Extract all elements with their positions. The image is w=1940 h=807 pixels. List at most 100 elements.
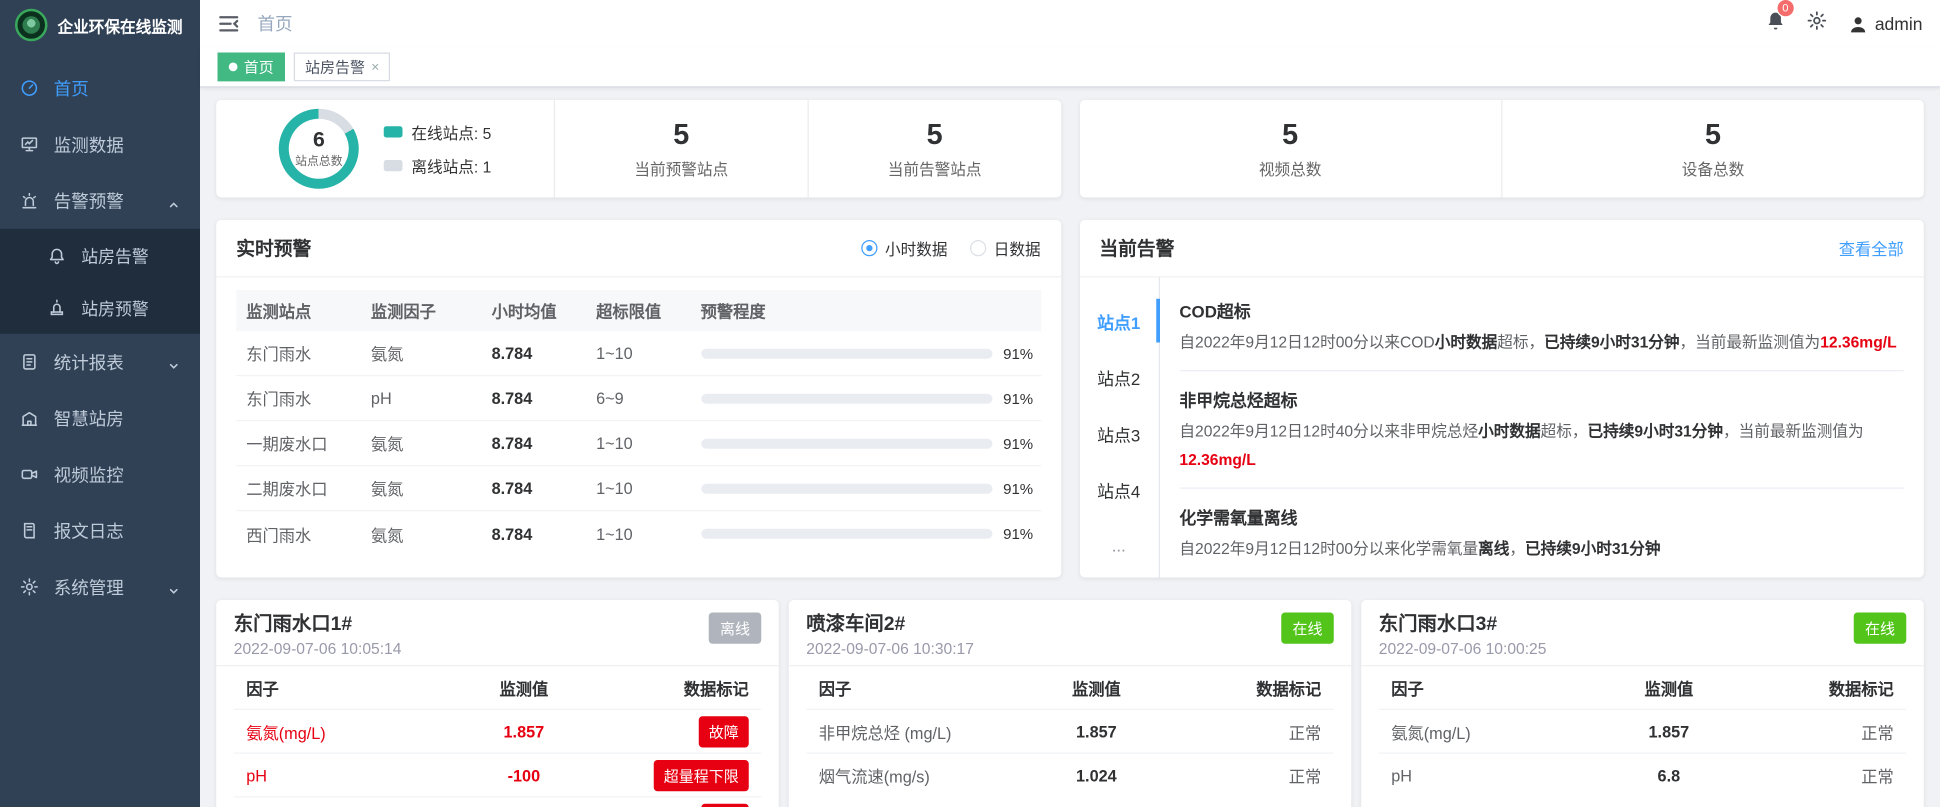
tab-station-3[interactable]: 站点3 bbox=[1079, 405, 1158, 461]
online-swatch bbox=[384, 126, 403, 137]
table-header-row: 监测站点 监测因子 小时均值 超标限值 预警程度 bbox=[236, 290, 1040, 331]
current-alarm-panel: 当前告警 查看全部 站点1 站点2 站点3 站点4 ... bbox=[1079, 220, 1923, 578]
legend-online: 在线站点: 5 bbox=[411, 120, 491, 144]
user-menu[interactable]: admin bbox=[1847, 13, 1922, 34]
chevron-down-icon bbox=[168, 356, 181, 369]
legend-offline: 离线站点: 1 bbox=[411, 154, 491, 178]
table-row: 一期废水口 氨氮 8.784 1~10 91% bbox=[236, 421, 1040, 466]
cell-limit: 1~10 bbox=[586, 434, 691, 453]
col-factor: 因子 bbox=[234, 676, 445, 700]
sidebar-item-label: 首页 bbox=[54, 76, 180, 101]
monitor-icon bbox=[20, 135, 39, 154]
realtime-table: 监测站点 监测因子 小时均值 超标限值 预警程度 东门雨水 氨氮 8.784 bbox=[216, 278, 1060, 557]
sidebar-item-system-settings[interactable]: 系统管理 bbox=[0, 559, 200, 615]
view-all-link[interactable]: 查看全部 bbox=[1839, 236, 1904, 260]
radio-day-data[interactable]: 日数据 bbox=[970, 236, 1041, 260]
sites-stats-card: 6 站点总数 在线站点: 5 离线站点: 1 5 当前预警站点 bbox=[216, 100, 1060, 198]
tab-station-1[interactable]: 站点1 bbox=[1079, 293, 1158, 349]
tag-home[interactable]: 首页 bbox=[218, 53, 286, 82]
panel-title: 实时预警 bbox=[236, 235, 311, 261]
sidebar-item-label: 系统管理 bbox=[54, 574, 153, 599]
main-area: 首页 0 admin 首页 站房告警 bbox=[200, 0, 1940, 807]
cell-factor: 氨氮(mg/L) bbox=[1379, 719, 1590, 743]
chevron-down-icon bbox=[168, 581, 181, 594]
user-icon bbox=[1847, 13, 1868, 34]
col-limit: 超标限值 bbox=[586, 299, 691, 323]
tag-label: 首页 bbox=[244, 56, 274, 77]
tab-station-2[interactable]: 站点2 bbox=[1079, 349, 1158, 405]
tag-label: 站房告警 bbox=[305, 56, 365, 77]
warning-progress: 91% bbox=[691, 389, 1041, 407]
sidebar-item-smart-station[interactable]: 智慧站房 bbox=[0, 390, 200, 446]
alarm-message: 自2022年9月12日12时00分以来化学需氧量离线，已持续9小时31分钟 bbox=[1179, 535, 1903, 564]
close-icon[interactable]: × bbox=[371, 59, 379, 74]
cell-factor: 氨氮 bbox=[361, 476, 482, 500]
cell-station: 西门雨水 bbox=[236, 522, 361, 546]
sidebar-item-station-warning[interactable]: 站房预警 bbox=[0, 281, 200, 334]
notification-bell-icon[interactable]: 0 bbox=[1765, 10, 1786, 38]
sidebar-item-home[interactable]: 首页 bbox=[0, 60, 200, 116]
panel-title: 当前告警 bbox=[1099, 235, 1174, 261]
col-factor: 因子 bbox=[806, 676, 1017, 700]
col-hour-avg: 小时均值 bbox=[482, 299, 587, 323]
cell-factor: pH bbox=[234, 766, 445, 785]
panels-row: 实时预警 小时数据 日数据 bbox=[216, 220, 1924, 578]
table-row: 西门雨水 氨氮 8.784 1~10 91% bbox=[236, 511, 1040, 556]
stat-label: 当前告警站点 bbox=[888, 156, 982, 180]
station-timestamp: 2022-09-07-06 10:05:14 bbox=[234, 640, 402, 658]
notification-badge: 0 bbox=[1776, 0, 1795, 18]
sidebar-item-label: 告警预警 bbox=[54, 188, 153, 213]
app-root: 企业环保在线监测 首页 监测数据 告警预警 站房告警 bbox=[0, 0, 1940, 807]
col-factor: 因子 bbox=[1379, 676, 1590, 700]
sidebar-item-station-alarm[interactable]: 站房告警 bbox=[0, 229, 200, 282]
radio-label: 日数据 bbox=[994, 236, 1041, 260]
table-header-row: 因子 监测值 数据标记 bbox=[806, 666, 1334, 709]
cell-limit: 1~10 bbox=[586, 524, 691, 543]
page-content: 6 站点总数 在线站点: 5 离线站点: 1 5 当前预警站点 bbox=[200, 88, 1940, 807]
cell-station: 东门雨水 bbox=[236, 386, 361, 410]
settings-gear-icon[interactable] bbox=[1806, 10, 1827, 38]
table-row: 东门雨水 氨氮 8.784 1~10 91% bbox=[236, 331, 1040, 376]
station-table: 因子 监测值 数据标记 非甲烷总烃 (mg/L) 1.857 正常 烟气流速(m… bbox=[789, 665, 1352, 796]
cell-avg: 8.784 bbox=[482, 434, 587, 453]
sidebar-item-alarm-warning[interactable]: 告警预警 bbox=[0, 173, 200, 229]
hamburger-icon[interactable] bbox=[218, 13, 241, 36]
sidebar-item-reports[interactable]: 统计报表 bbox=[0, 334, 200, 390]
video-total-stat: 5 视频总数 bbox=[1079, 100, 1501, 198]
breadcrumb[interactable]: 首页 bbox=[258, 11, 293, 36]
cell-limit: 1~10 bbox=[586, 479, 691, 498]
tab-station-4[interactable]: 站点4 bbox=[1079, 461, 1158, 517]
stat-label: 设备总数 bbox=[1682, 156, 1745, 180]
sidebar-item-video-monitor[interactable]: 视频监控 bbox=[0, 446, 200, 502]
site-total-section: 6 站点总数 在线站点: 5 离线站点: 1 bbox=[216, 100, 554, 198]
cell-value: 1.857 bbox=[445, 722, 603, 741]
progress-percent: 91% bbox=[1003, 389, 1041, 407]
radio-hour-data[interactable]: 小时数据 bbox=[861, 236, 947, 260]
log-icon bbox=[20, 521, 39, 540]
tag-station-alarm[interactable]: 站房告警 × bbox=[294, 53, 391, 82]
sidebar-item-monitor-data[interactable]: 监测数据 bbox=[0, 116, 200, 172]
warning-progress: 91% bbox=[691, 479, 1041, 497]
progress-percent: 91% bbox=[1003, 344, 1041, 362]
offline-swatch bbox=[384, 160, 403, 171]
alarm-item: 化学需氧量离线 自2022年9月12日12时00分以来化学需氧量离线，已持续9小… bbox=[1179, 488, 1903, 577]
col-factor: 监测因子 bbox=[361, 299, 482, 323]
bell-icon bbox=[48, 246, 67, 265]
cell-value: 1.857 bbox=[1017, 722, 1175, 741]
col-value: 监测值 bbox=[445, 676, 603, 700]
camera-icon bbox=[20, 465, 39, 484]
table-row: 烟气流速(mg/s) 1.024 正常 bbox=[806, 753, 1334, 797]
warning-sites-stat: 5 当前预警站点 bbox=[554, 100, 807, 198]
cell-factor: pH bbox=[1379, 766, 1590, 785]
building-icon bbox=[20, 409, 39, 428]
siren-icon bbox=[20, 191, 39, 210]
report-icon bbox=[20, 353, 39, 372]
navbar-right: 0 admin bbox=[1765, 10, 1923, 38]
site-total-label: 站点总数 bbox=[295, 151, 343, 169]
table-row: 氨氮(mg/L) 1.857 正常 bbox=[1379, 709, 1907, 753]
station-table: 因子 监测值 数据标记 氨氮(mg/L) 1.857 正常 pH 6.8 bbox=[1361, 665, 1924, 796]
sidebar-item-message-log[interactable]: 报文日志 bbox=[0, 503, 200, 559]
tab-more[interactable]: ... bbox=[1079, 518, 1158, 574]
site-status-donut-chart: 6 站点总数 bbox=[279, 109, 359, 189]
station-timestamp: 2022-09-07-06 10:30:17 bbox=[806, 640, 974, 658]
